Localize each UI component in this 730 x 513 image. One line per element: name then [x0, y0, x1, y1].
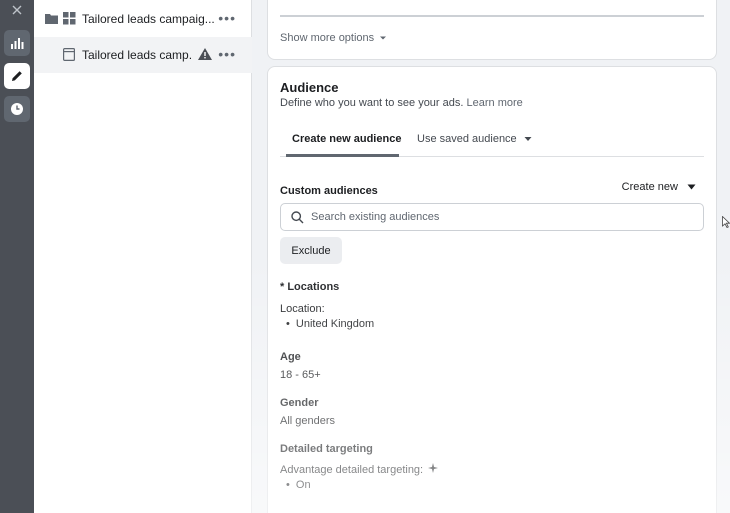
clock-icon — [11, 103, 23, 115]
tab-create-new-audience[interactable]: Create new audience — [292, 133, 401, 145]
audience-card: Audience Define who you want to see your… — [267, 66, 717, 513]
show-more-label: Show more options — [280, 32, 375, 44]
tree-row-ad[interactable]: Tailored leads camp... ••• — [34, 37, 252, 73]
caret-down-icon — [687, 184, 696, 190]
tab-use-saved-audience[interactable]: Use saved audience — [417, 133, 532, 145]
section-description: Define who you want to see your ads. Lea… — [280, 97, 523, 109]
advantage-detailed-targeting-label: Advantage detailed targeting: — [280, 463, 439, 476]
cursor-icon — [722, 215, 730, 229]
sparkle-icon — [428, 463, 439, 473]
left-icon-rail — [0, 0, 34, 513]
learn-more-link[interactable]: Learn more — [467, 97, 523, 109]
edit-button[interactable] — [4, 63, 30, 89]
reporting-button[interactable] — [4, 30, 30, 56]
close-button[interactable] — [4, 0, 30, 20]
history-button[interactable] — [4, 96, 30, 122]
previous-section-card: Show more options — [267, 0, 717, 60]
create-new-label: Create new — [621, 181, 678, 193]
bar-chart-icon — [11, 38, 24, 49]
editor-panel: Show more options Audience Define who yo… — [252, 0, 730, 513]
show-more-options-link[interactable]: Show more options — [280, 32, 387, 44]
campaign-name: Tailored leads campaig... — [82, 12, 215, 26]
exclude-button[interactable]: Exclude — [280, 237, 342, 264]
tree-row-campaign[interactable]: Tailored leads campaig... ••• — [34, 2, 252, 36]
ad-name: Tailored leads camp... — [82, 48, 192, 62]
divider — [280, 15, 704, 17]
grid-icon — [63, 12, 76, 25]
age-heading: Age — [280, 351, 301, 363]
more-options-icon[interactable]: ••• — [218, 10, 236, 26]
gender-value: All genders — [280, 415, 336, 427]
close-icon — [12, 5, 22, 15]
mouse-cursor — [722, 215, 730, 231]
section-title: Audience — [280, 80, 339, 95]
create-new-dropdown[interactable]: Create new — [622, 181, 696, 193]
age-value: 18 - 65+ — [280, 369, 321, 381]
campaign-tree: Tailored leads campaig... ••• Tailored l… — [34, 0, 252, 513]
detailed-targeting-heading: Detailed targeting — [280, 443, 373, 455]
description-text: Define who you want to see your ads. — [280, 97, 464, 109]
bullet: • — [286, 318, 290, 330]
caret-down-icon — [380, 36, 387, 40]
search-icon — [291, 211, 304, 224]
location-sub-label: Location: — [280, 303, 325, 315]
warning-icon — [198, 48, 212, 60]
search-placeholder: Search existing audiences — [311, 211, 440, 223]
location-item: • United Kingdom — [286, 318, 374, 330]
tab-label: Use saved audience — [417, 133, 517, 145]
advantage-label-text: Advantage detailed targeting: — [280, 464, 424, 476]
custom-audiences-label: Custom audiences — [280, 185, 378, 197]
audience-tabs: Create new audience Use saved audience — [280, 121, 704, 157]
locations-heading: * Locations — [280, 281, 340, 293]
audience-search-input[interactable]: Search existing audiences — [280, 203, 704, 231]
more-options-icon[interactable]: ••• — [218, 46, 236, 62]
pencil-icon — [12, 71, 22, 81]
location-value: United Kingdom — [295, 318, 375, 330]
gender-heading: Gender — [280, 397, 319, 409]
active-tab-indicator — [286, 154, 399, 157]
advantage-value: On — [295, 479, 311, 491]
ad-icon — [63, 48, 75, 61]
folder-icon — [45, 14, 58, 24]
advantage-item: • On — [286, 479, 311, 491]
caret-down-icon — [524, 137, 532, 141]
bullet: • — [286, 479, 290, 491]
